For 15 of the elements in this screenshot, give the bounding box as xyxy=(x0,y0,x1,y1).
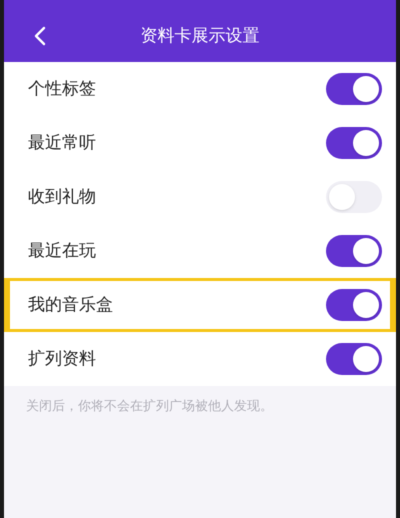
setting-label: 个性标签 xyxy=(28,78,96,100)
setting-label: 最近常听 xyxy=(28,132,96,154)
back-icon xyxy=(34,26,46,46)
page-title: 资料卡展示设置 xyxy=(140,25,260,48)
setting-label: 最近在玩 xyxy=(28,240,96,262)
footer-note: 关闭后，你将不会在扩列广场被他人发现。 xyxy=(25,397,274,415)
toggle-switch[interactable] xyxy=(326,343,382,375)
toggle-switch[interactable] xyxy=(326,73,382,105)
setting-label: 收到礼物 xyxy=(28,186,96,208)
setting-label: 我的音乐盒 xyxy=(28,294,113,316)
setting-label: 扩列资料 xyxy=(28,348,96,370)
toggle-switch[interactable] xyxy=(326,289,382,321)
toggle-switch[interactable] xyxy=(326,181,382,213)
toggle-switch[interactable] xyxy=(326,235,382,267)
toggle-switch[interactable] xyxy=(326,127,382,159)
